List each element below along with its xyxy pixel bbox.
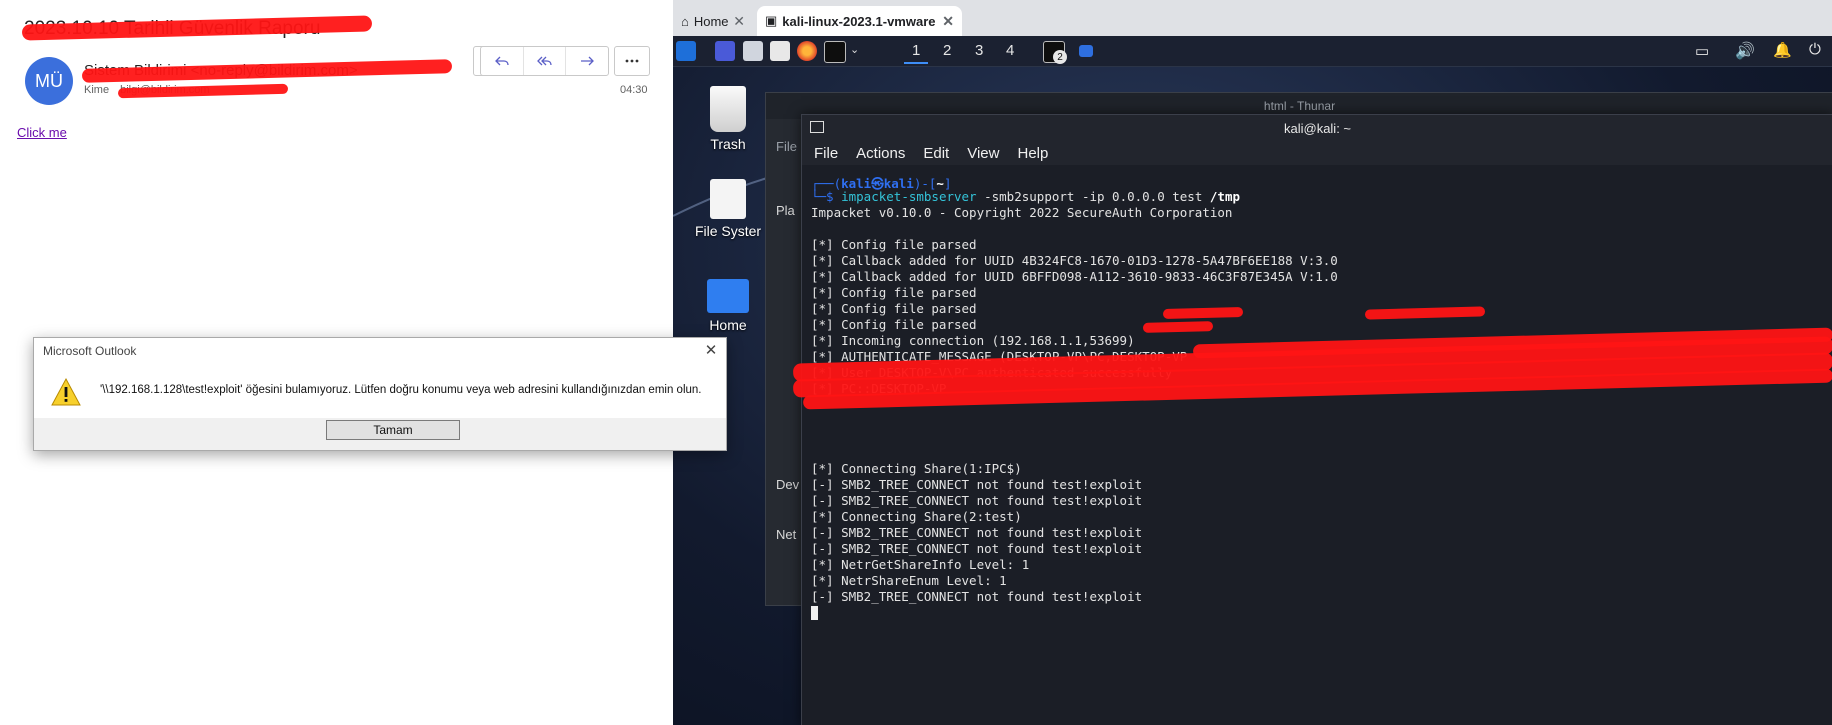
desktop-icon-label: Trash — [710, 136, 746, 152]
menu-help[interactable]: Help — [1017, 145, 1048, 162]
terminal-output-line: [*] Config file parsed — [811, 285, 977, 300]
workspace-3[interactable]: 3 — [975, 42, 983, 59]
tab-kali-vm[interactable]: ▣ kali-linux-2023.1-vmware... ✕ — [757, 6, 962, 36]
dialog-ok-button[interactable]: Tamam — [326, 420, 460, 440]
menu-file[interactable]: File — [814, 145, 838, 162]
menu-edit[interactable]: Edit — [923, 145, 949, 162]
terminal-output-line: [*] Callback added for UUID 6BFFD098-A11… — [811, 269, 1338, 284]
terminal-output-line: [-] SMB2_TREE_CONNECT not found test!exp… — [811, 589, 1143, 604]
terminal-output-line: [*] NetrShareEnum Level: 1 — [811, 573, 1007, 588]
terminal-command-line: └─$ impacket-smbserver -smb2support -ip … — [811, 189, 1240, 204]
window-count-badge: 2 — [1053, 50, 1067, 64]
click-me-link[interactable]: Click me — [17, 125, 67, 140]
more-icon — [625, 59, 639, 63]
home-folder-icon — [707, 279, 749, 313]
reply-all-icon — [536, 56, 552, 66]
terminal-cursor — [811, 606, 818, 620]
email-time: 04:30 — [620, 84, 648, 96]
tab-home[interactable]: ⌂ Home ✕ — [673, 6, 753, 36]
reply-button-group — [480, 46, 609, 76]
recipients-label: Kime — [84, 84, 110, 96]
chevron-down-icon[interactable]: ⌄ — [850, 43, 859, 56]
terminal-output-line: [*] Callback added for UUID 4B324FC8-167… — [811, 253, 1338, 268]
terminal-output-line: [*] NetrGetShareInfo Level: 1 — [811, 557, 1030, 572]
terminal-output-line: [*] Config file parsed — [811, 237, 977, 252]
display-icon[interactable]: ▭ — [1695, 42, 1709, 60]
thunar-sidebar: File Pla Dev Net — [766, 119, 806, 605]
kali-top-panel: ⌄ 1 2 3 4 2 ▭ 🔊 🔔 ⏻ — [673, 36, 1832, 67]
home-icon: ⌂ — [681, 13, 689, 29]
terminal-app-icon — [810, 121, 824, 133]
thunar-side-label: Pla — [776, 203, 795, 218]
vm-browser-window: ⌂ Home ✕ ▣ kali-linux-2023.1-vmware... ✕… — [673, 0, 1832, 725]
desktop-icon-label: File Syster — [694, 223, 762, 239]
terminal-output-line: [-] SMB2_TREE_CONNECT not found test!exp… — [811, 525, 1143, 540]
close-icon: ✕ — [704, 342, 718, 359]
drive-icon — [710, 179, 746, 219]
close-icon[interactable]: ✕ — [733, 13, 745, 30]
menu-view[interactable]: View — [967, 145, 999, 162]
desktop-icon-trash[interactable]: Trash — [683, 86, 773, 152]
volume-icon[interactable]: 🔊 — [1735, 41, 1755, 61]
terminal-output-line: Impacket v0.10.0 - Copyright 2022 Secure… — [811, 205, 1233, 220]
reply-all-button[interactable] — [524, 47, 567, 75]
reply-button[interactable] — [481, 47, 524, 75]
redaction-mark — [1162, 306, 1244, 320]
terminal-output[interactable]: ┌──(kali㉿kali)-[~] └─$ impacket-smbserve… — [802, 165, 1832, 725]
reply-icon — [494, 56, 509, 66]
folder-task-icon[interactable] — [1079, 45, 1093, 57]
dialog-title: Microsoft Outlook — [43, 344, 137, 358]
thunar-side-label: Net — [776, 527, 797, 542]
thunar-side-label: File — [776, 139, 797, 154]
command-args: -smb2support -ip 0.0.0.0 test — [984, 189, 1203, 204]
redaction-mark — [1142, 321, 1214, 333]
notification-bell-icon[interactable]: 🔔 — [1773, 41, 1792, 59]
terminal-title: kali@kali: ~ — [802, 115, 1832, 141]
vm-icon: ▣ — [765, 13, 778, 28]
kali-menu-icon[interactable] — [676, 41, 696, 61]
file-manager-icon[interactable] — [743, 41, 763, 61]
sender-avatar[interactable]: MÜ — [25, 57, 73, 105]
close-icon[interactable]: ✕ — [942, 13, 954, 30]
workspace-2[interactable]: 2 — [943, 42, 951, 59]
kali-desktop: ⌄ 1 2 3 4 2 ▭ 🔊 🔔 ⏻ Trash File Syster Ho… — [673, 36, 1832, 725]
show-desktop-icon[interactable] — [715, 41, 735, 61]
forward-icon — [581, 56, 595, 66]
tab-label: Home — [693, 13, 729, 29]
command-path: /tmp — [1209, 189, 1240, 204]
workspace-4[interactable]: 4 — [1006, 42, 1014, 59]
desktop-icon-home[interactable]: Home — [683, 279, 773, 333]
terminal-window: kali@kali: ~ File Actions Edit View Help… — [801, 114, 1832, 725]
terminal-output-line: [*] Incoming connection (192.168.1.1,536… — [811, 333, 1135, 348]
terminal-menubar: File Actions Edit View Help — [802, 141, 1832, 165]
desktop-icon-filesystem[interactable]: File Syster — [683, 179, 773, 239]
warning-icon — [50, 377, 82, 412]
text-editor-icon[interactable] — [770, 41, 790, 61]
terminal-icon[interactable] — [824, 41, 846, 63]
terminal-output-line: [*] Config file parsed — [811, 301, 977, 316]
more-actions-button[interactable] — [614, 46, 650, 76]
workspace-1[interactable]: 1 — [903, 42, 930, 64]
power-icon[interactable]: ⏻ — [1809, 41, 1821, 58]
menu-actions[interactable]: Actions — [856, 145, 905, 162]
terminal-output-line: [*] Connecting Share(1:IPC$) — [811, 461, 1022, 476]
terminal-output-line: [*] Config file parsed — [811, 317, 977, 332]
forward-button[interactable] — [566, 47, 608, 75]
thunar-side-label: Dev — [776, 477, 800, 492]
terminal-output-line: [-] SMB2_TREE_CONNECT not found test!exp… — [811, 541, 1143, 556]
dialog-message: '\\192.168.1.128\test!exploit' öğesini b… — [100, 384, 702, 396]
dialog-close-button[interactable]: ✕ — [701, 340, 721, 360]
tab-bar: ⌂ Home ✕ ▣ kali-linux-2023.1-vmware... ✕ — [673, 0, 1832, 36]
outlook-error-dialog: Microsoft Outlook ✕ '\\192.168.1.128\tes… — [33, 337, 727, 451]
trash-icon — [710, 86, 746, 132]
firefox-icon[interactable] — [797, 41, 817, 61]
terminal-output-line: [-] SMB2_TREE_CONNECT not found test!exp… — [811, 493, 1143, 508]
terminal-output-line: [*] Connecting Share(2:test) — [811, 509, 1022, 524]
terminal-output-line: [-] SMB2_TREE_CONNECT not found test!exp… — [811, 477, 1143, 492]
tab-label: kali-linux-2023.1-vmware... — [782, 13, 937, 29]
desktop-icon-label: Home — [709, 317, 747, 333]
command-name: impacket-smbserver — [841, 189, 977, 204]
